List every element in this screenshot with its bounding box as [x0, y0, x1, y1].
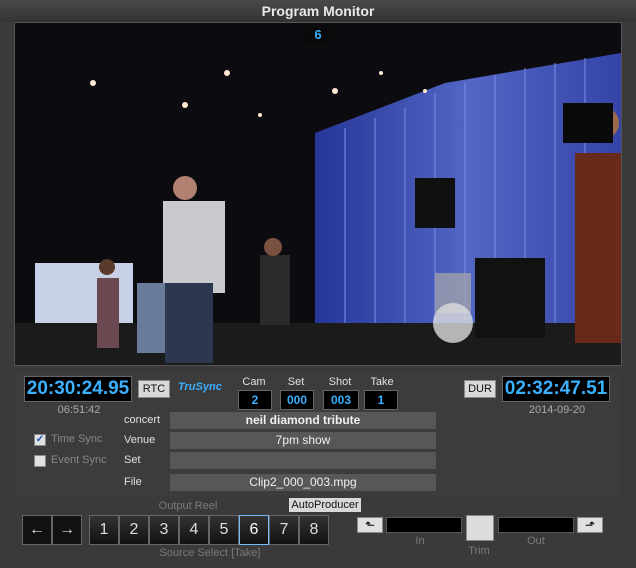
set-field[interactable]: 000 [280, 390, 314, 410]
file-field[interactable]: Clip2_000_003.mpg [170, 474, 436, 491]
trusync-logo: TruSync [178, 381, 222, 393]
concert-label: concert [124, 414, 161, 426]
source-select-label: Source Select [Take] [159, 547, 261, 559]
source-button-1[interactable]: 1 [89, 515, 119, 545]
current-timecode: 20:30:24.95 [24, 376, 132, 402]
stage-scene [15, 23, 621, 365]
out-label: Out [527, 535, 545, 547]
time-sync-label: Time Sync [51, 433, 103, 445]
time-sync-checkbox[interactable]: ✓ [34, 434, 46, 446]
shot-label: Shot [328, 376, 352, 388]
dur-badge[interactable]: DUR [464, 380, 496, 398]
autoproducer-button[interactable]: AutoProducer [289, 498, 361, 512]
set-label: Set [287, 376, 305, 388]
source-button-7[interactable]: 7 [269, 515, 299, 545]
in-field[interactable] [386, 517, 462, 533]
window-title: Program Monitor [0, 0, 636, 22]
set-in-icon[interactable]: ⬑ [357, 517, 383, 533]
source-button-8[interactable]: 8 [299, 515, 329, 545]
event-sync-checkbox[interactable] [34, 455, 46, 467]
set-meta-label: Set [124, 454, 141, 466]
concert-field[interactable]: neil diamond tribute [170, 412, 436, 429]
next-button[interactable]: → [52, 515, 82, 545]
shot-field[interactable]: 003 [323, 390, 359, 410]
active-camera-badge: 6 [302, 26, 334, 44]
out-field[interactable] [498, 517, 574, 533]
venue-label: Venue [124, 434, 156, 446]
set-meta-field[interactable] [170, 452, 436, 469]
source-button-3[interactable]: 3 [149, 515, 179, 545]
elapsed-time: 06:51:42 [57, 404, 101, 416]
rtc-badge[interactable]: RTC [138, 380, 170, 398]
take-label: Take [370, 376, 394, 388]
program-video [14, 22, 622, 366]
source-button-4[interactable]: 4 [179, 515, 209, 545]
file-label: File [124, 476, 142, 488]
trim-icon[interactable] [466, 515, 494, 541]
source-button-5[interactable]: 5 [209, 515, 239, 545]
take-field[interactable]: 1 [364, 390, 398, 410]
set-out-icon[interactable]: ⬏ [577, 517, 603, 533]
session-date: 2014-09-20 [528, 404, 586, 416]
trim-label: Trim [468, 545, 490, 557]
event-sync-label: Event Sync [51, 454, 107, 466]
venue-field[interactable]: 7pm show [170, 432, 436, 449]
cam-label: Cam [242, 376, 266, 388]
source-button-2[interactable]: 2 [119, 515, 149, 545]
in-label: In [415, 535, 425, 547]
output-reel-label: Output Reel [158, 500, 218, 512]
duration-timecode: 02:32:47.51 [502, 376, 610, 402]
source-button-6[interactable]: 6 [239, 515, 269, 545]
cam-field[interactable]: 2 [238, 390, 272, 410]
prev-button[interactable]: ← [22, 515, 52, 545]
